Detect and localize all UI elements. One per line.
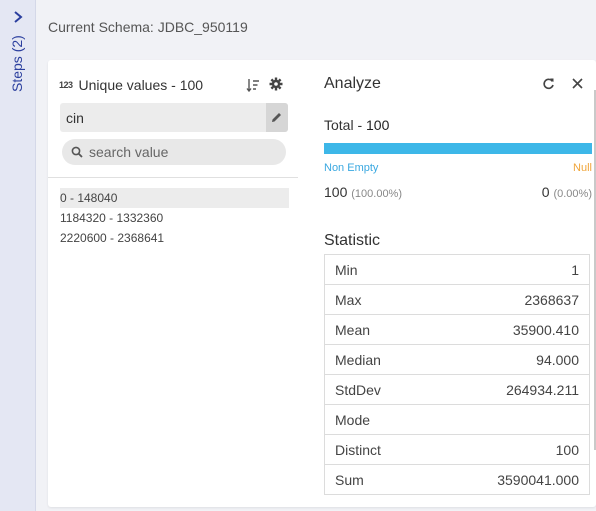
stat-value: 2368637 <box>524 291 579 308</box>
stat-value: 3590041.000 <box>497 471 579 488</box>
search-input[interactable] <box>89 142 279 162</box>
stat-row: Mean 35900.410 <box>325 315 589 345</box>
non-empty-pct: (100.00%) <box>351 188 403 200</box>
list-item[interactable]: 2220600 - 2368641 <box>60 228 289 248</box>
stat-value: 94.000 <box>536 351 579 368</box>
pencil-icon <box>272 113 281 122</box>
divider <box>48 177 298 178</box>
stat-label: Mean <box>335 321 371 338</box>
stat-label: StdDev <box>335 381 381 398</box>
total-row: Total - 100 <box>324 117 389 133</box>
unique-values-header: 123 Unique values - 100 <box>59 76 346 94</box>
stat-label: Sum <box>335 471 364 488</box>
total-label: Total - <box>324 117 367 133</box>
stat-value: 264934.211 <box>506 381 579 398</box>
edit-column-button[interactable] <box>266 103 288 132</box>
null-count-value: 0 <box>541 184 550 200</box>
non-empty-label: Non Empty <box>324 162 379 174</box>
sort-icon[interactable] <box>246 78 260 92</box>
non-empty-count-value: 100 <box>324 184 348 200</box>
search-box[interactable] <box>62 139 286 165</box>
stat-label: Mode <box>335 411 371 428</box>
unique-values-title: Unique values - 100 <box>78 77 204 93</box>
profile-card: 123 Unique values - 100 cin 0 - 148040 1… <box>48 60 596 507</box>
stat-label: Distinct <box>335 441 381 458</box>
stat-value: 100 <box>555 441 579 458</box>
null-count: 0 (0.00%) <box>542 184 592 200</box>
null-label: Null <box>573 162 592 174</box>
refresh-icon[interactable] <box>542 77 555 90</box>
stat-label: Median <box>335 351 381 368</box>
current-schema-label: Current Schema: JDBC_950119 <box>48 19 248 35</box>
analyze-title: Analyze <box>324 75 381 92</box>
unique-values-list: 0 - 148040 1184320 - 1332360 2220600 - 2… <box>60 188 289 248</box>
statistic-table: Min 1 Max 2368637 Mean 35900.410 Median 94.0… <box>324 254 590 495</box>
stat-row: Max 2368637 <box>325 285 589 315</box>
stat-value: 35900.410 <box>512 321 579 338</box>
non-empty-bar-fill <box>324 143 592 154</box>
steps-label[interactable]: Steps (2) <box>9 35 25 92</box>
stat-label: Max <box>335 291 362 308</box>
list-item[interactable]: 1184320 - 1332360 <box>60 208 289 228</box>
stat-row: Mode <box>325 405 589 435</box>
close-icon[interactable] <box>571 77 584 90</box>
list-item[interactable]: 0 - 148040 <box>60 188 289 208</box>
gear-icon[interactable] <box>269 77 283 91</box>
stat-label: Min <box>335 261 358 278</box>
null-pct: (0.00%) <box>553 188 592 200</box>
stat-value: 1 <box>571 261 579 278</box>
column-name-value: cin <box>66 110 84 126</box>
total-value: 100 <box>366 117 390 133</box>
statistic-title: Statistic <box>324 232 381 249</box>
column-name-field[interactable]: cin <box>60 103 288 132</box>
stat-row: Distinct 100 <box>325 435 589 465</box>
stat-row: Min 1 <box>325 255 589 285</box>
chevron-right-icon[interactable] <box>11 10 25 24</box>
stat-row: Median 94.000 <box>325 345 589 375</box>
non-empty-bar <box>324 143 592 154</box>
search-icon <box>71 146 83 158</box>
numeric-type-icon: 123 <box>59 80 73 90</box>
non-empty-count: 100 (100.00%) <box>324 184 402 200</box>
stat-row: Sum 3590041.000 <box>325 465 589 495</box>
stat-row: StdDev 264934.211 <box>325 375 589 405</box>
steps-rail[interactable]: Steps (2) <box>0 0 36 511</box>
